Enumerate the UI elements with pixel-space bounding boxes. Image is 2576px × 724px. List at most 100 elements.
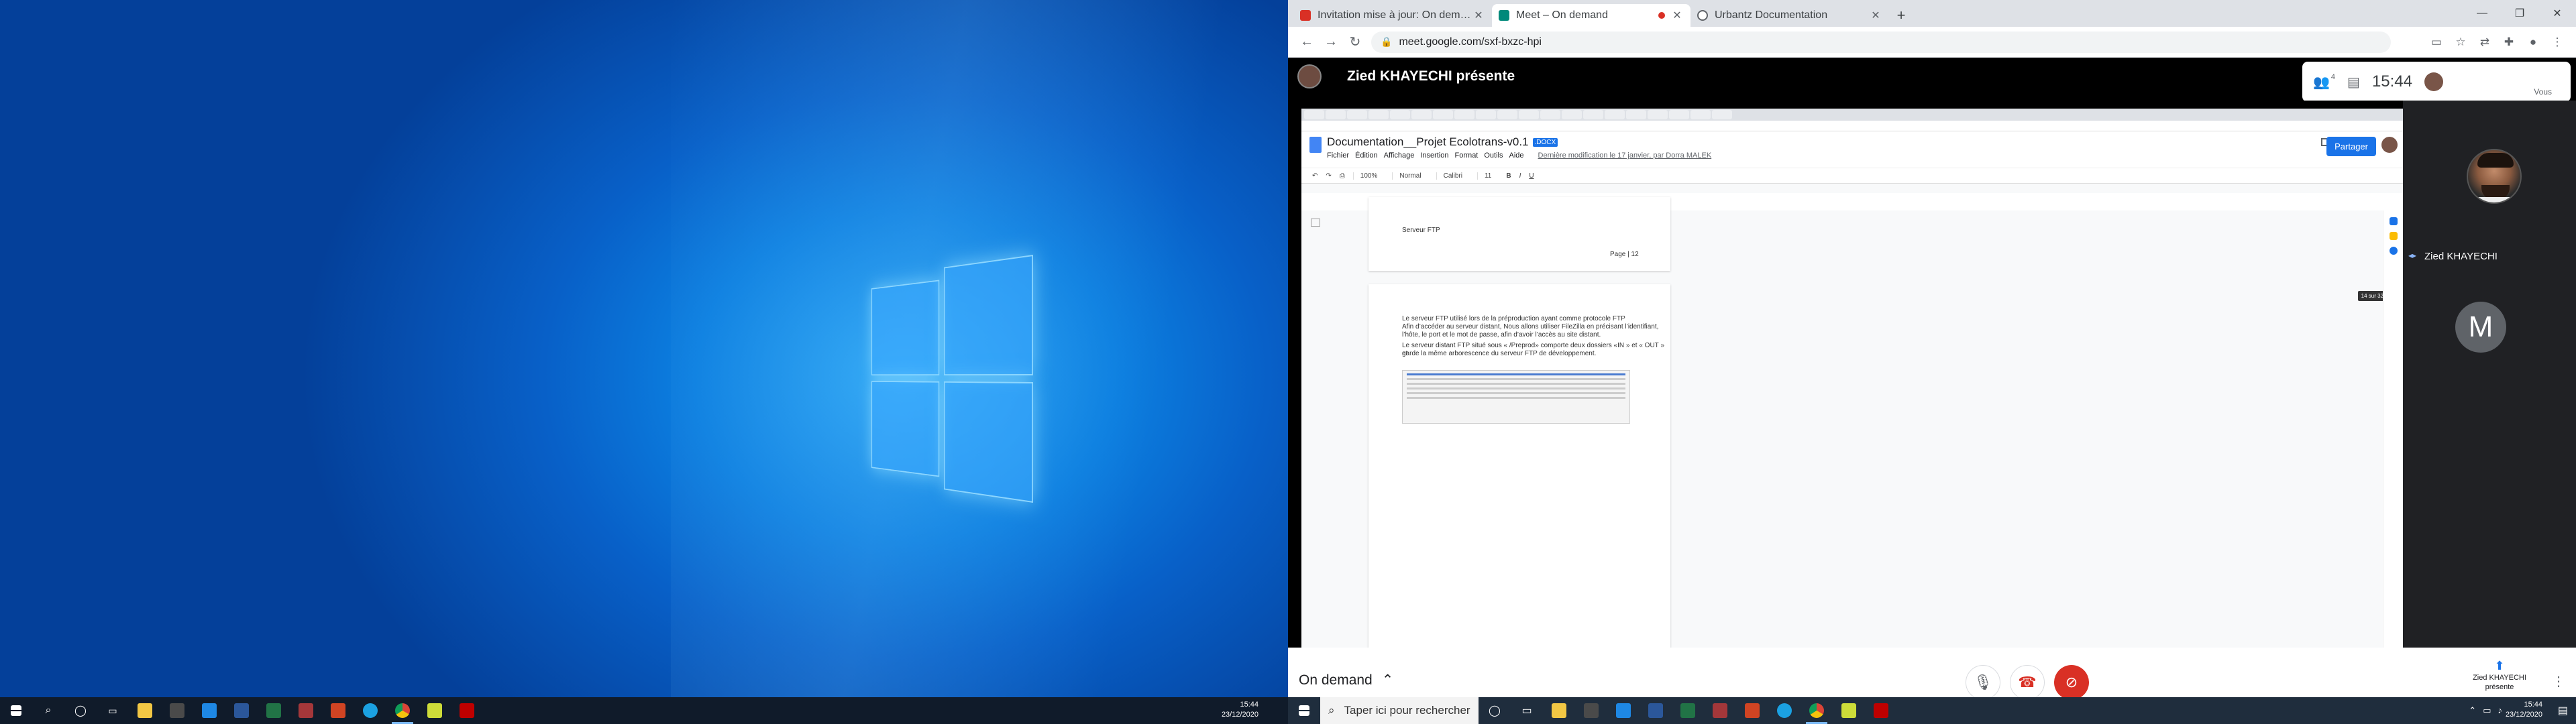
doc-page-previous: Serveur FTP Page | 12 — [1368, 197, 1670, 271]
close-icon[interactable]: ✕ — [1869, 9, 1882, 22]
tab-urbantz-documentation[interactable]: Urbantz Documentation ✕ — [1690, 4, 1889, 27]
para2-line2: garde la même arborescence du serveur FT… — [1402, 350, 1597, 357]
windows-start-icon[interactable] — [0, 697, 32, 724]
notepad-icon[interactable] — [1833, 697, 1865, 724]
left-taskbar-clock[interactable]: 15:44 23/12/2020 — [1222, 700, 1258, 720]
chrome-menu-icon[interactable]: ⋮ — [2545, 30, 2569, 54]
cortana-icon[interactable]: ◯ — [64, 697, 97, 724]
underline-icon: U — [1529, 172, 1534, 180]
meet-clock: 15:44 — [2371, 72, 2412, 90]
word-icon[interactable] — [1640, 697, 1672, 724]
profile-avatar[interactable]: ● — [2521, 30, 2545, 54]
notepad-icon[interactable] — [419, 697, 451, 724]
volume-icon[interactable]: ♪ — [2498, 705, 2503, 716]
back-button[interactable]: ← — [1295, 30, 1319, 54]
last-modified: Dernière modification le 17 janvier, par… — [1538, 152, 1712, 160]
chrome-icon[interactable] — [386, 697, 419, 724]
tab-meet-on-demand[interactable]: Meet – On demand ✕ — [1492, 4, 1690, 27]
presenting-button[interactable]: ⬆ Zied KHAYECHI présente — [2466, 660, 2533, 692]
right-taskbar-clock[interactable]: 15:44 23/12/2020 — [2506, 700, 2542, 720]
filezilla-icon[interactable] — [451, 697, 483, 724]
audio-level-icon: ◂▸ — [2408, 251, 2417, 260]
para1-line1: Le serveur FTP utilisé lors de la prépro… — [1402, 315, 1625, 322]
search-icon[interactable]: ⌕ — [32, 697, 64, 724]
filezilla-icon[interactable] — [1865, 697, 1897, 724]
extensions-icon[interactable]: ✚ — [2497, 30, 2521, 54]
right-monitor: Invitation mise à jour: On demand ✕ Meet… — [1288, 0, 2576, 724]
minimize-button[interactable]: — — [2463, 0, 2501, 27]
para1-line3: l’hôte, le port et le mot de passe, afin… — [1402, 331, 1601, 339]
edge-icon[interactable] — [1768, 697, 1801, 724]
menu-affichage: Affichage — [1383, 152, 1415, 160]
powerpoint-icon[interactable] — [1736, 697, 1768, 724]
access-icon[interactable] — [1704, 697, 1736, 724]
close-icon[interactable]: ✕ — [1472, 9, 1485, 22]
translate-icon[interactable]: ⇄ — [2473, 30, 2497, 54]
tab-title: Meet – On demand — [1516, 9, 1608, 21]
network-icon[interactable]: ▭ — [2483, 705, 2491, 716]
new-tab-button[interactable]: + — [1889, 4, 1913, 27]
participant-avatar-m[interactable]: M — [2455, 302, 2506, 353]
powerpoint-icon[interactable] — [322, 697, 354, 724]
file-explorer-icon[interactable] — [1543, 697, 1575, 724]
word-icon[interactable] — [225, 697, 258, 724]
page-footer: Page | 12 — [1610, 251, 1639, 258]
right-clock-time: 15:44 — [2524, 701, 2542, 709]
page-heading: Serveur FTP — [1402, 227, 1440, 234]
presenting-line2: présente — [2485, 683, 2514, 691]
self-avatar[interactable] — [2424, 72, 2443, 91]
participants-icon[interactable]: 👥 — [2313, 74, 2330, 90]
docs-ruler — [1301, 184, 2403, 193]
google-meet: Zied KHAYECHI présente 👥 4 ▤ 15:44 Vous — [1288, 58, 2576, 724]
size-select: 11 — [1477, 172, 1498, 180]
address-bar[interactable]: 🔒 meet.google.com/sxf-bxzc-hpi — [1371, 31, 2391, 53]
access-icon[interactable] — [290, 697, 322, 724]
style-select: Normal — [1392, 172, 1428, 180]
shared-address-bar — [1301, 121, 2403, 131]
left-taskbar: ⌕ ◯ ▭ 15:44 23/12/2020 — [0, 697, 1288, 724]
docs-menu-bar: Fichier Édition Affichage Insertion Form… — [1327, 152, 1711, 160]
embedded-filezilla-screenshot — [1402, 370, 1630, 424]
cortana-icon[interactable]: ◯ — [1479, 697, 1511, 724]
file-explorer-icon[interactable] — [129, 697, 161, 724]
close-icon[interactable]: ✕ — [1670, 9, 1684, 22]
bookmark-star-icon[interactable]: ☆ — [2449, 30, 2473, 54]
presenter-label: Zied KHAYECHI présente — [1347, 68, 1515, 84]
store-icon[interactable] — [1575, 697, 1607, 724]
windows-logo-wallpaper — [871, 255, 1033, 503]
maximize-button[interactable]: ❐ — [2501, 0, 2538, 27]
outline-icon — [1311, 219, 1320, 227]
microphone-button[interactable]: 🎙 — [1966, 665, 2000, 700]
chat-icon[interactable]: ▤ — [2347, 74, 2360, 90]
mail-icon[interactable] — [193, 697, 225, 724]
chevron-up-icon[interactable]: ⌃ — [2469, 705, 2476, 716]
mail-icon[interactable] — [1607, 697, 1640, 724]
font-select: Calibri — [1436, 172, 1469, 180]
taskbar-search-box[interactable]: ⌕ Taper ici pour rechercher — [1320, 697, 1479, 724]
reload-button[interactable]: ↻ — [1343, 30, 1367, 54]
edge-icon[interactable] — [354, 697, 386, 724]
task-view-icon[interactable]: ▭ — [97, 697, 129, 724]
excel-icon[interactable] — [258, 697, 290, 724]
globe-icon — [1697, 10, 1708, 21]
excel-icon[interactable] — [1672, 697, 1704, 724]
store-icon[interactable] — [161, 697, 193, 724]
close-window-button[interactable]: ✕ — [2538, 0, 2576, 27]
meeting-details-button[interactable]: On demand ⌃ — [1299, 672, 1393, 688]
menu-outils: Outils — [1484, 152, 1503, 160]
camera-off-button[interactable]: ⊘ — [2054, 665, 2089, 700]
camera-blocked-icon[interactable]: ▭ — [2424, 30, 2449, 54]
windows-start-icon[interactable] — [1288, 697, 1320, 724]
doc-user-avatar — [2381, 137, 2398, 153]
chrome-icon[interactable] — [1801, 697, 1833, 724]
redo-icon: ↷ — [1326, 172, 1332, 180]
task-view-icon[interactable]: ▭ — [1511, 697, 1543, 724]
self-label: Vous — [2534, 87, 2552, 97]
participant-count: 4 — [2330, 73, 2336, 81]
forward-button[interactable]: → — [1319, 30, 1343, 54]
tab-gmail-invitation[interactable]: Invitation mise à jour: On demand ✕ — [1293, 4, 1492, 27]
notifications-icon[interactable]: ▤ — [2558, 704, 2568, 717]
leave-call-button[interactable]: ☎ — [2010, 665, 2045, 700]
lock-icon: 🔒 — [1381, 36, 1393, 47]
more-options-icon[interactable]: ⋮ — [2552, 673, 2565, 690]
